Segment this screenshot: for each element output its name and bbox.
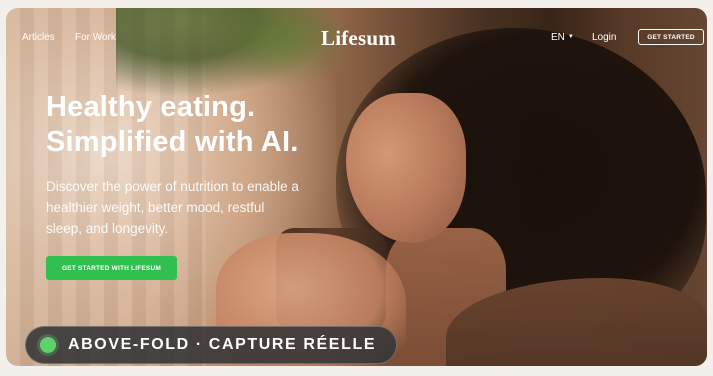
caret-down-icon: ▼ [567, 34, 574, 41]
language-selector[interactable]: EN ▼ [551, 32, 574, 43]
hero-title-line-2: Simplified with AI. [46, 126, 299, 158]
login-link[interactable]: Login [592, 32, 616, 43]
hero-subtitle-line-3: sleep, and longevity. [46, 221, 169, 236]
get-started-nav-button[interactable]: GET STARTED [638, 29, 704, 45]
hero-screenshot: Articles For Work Lifesum EN ▼ Login GET … [6, 8, 707, 366]
hero-subtitle: Discover the power of nutrition to enabl… [46, 176, 356, 239]
hero-subtitle-line-2: healthier weight, better mood, restful [46, 200, 265, 215]
nav-link-for-work[interactable]: For Work [75, 32, 116, 43]
badge-label: ABOVE-FOLD · CAPTURE RÉELLE [68, 336, 377, 353]
capture-badge: ABOVE-FOLD · CAPTURE RÉELLE [25, 326, 397, 364]
hero-title-line-1: Healthy eating. [46, 91, 256, 123]
hero-title: Healthy eating. Simplified with AI. [46, 90, 298, 160]
nav-link-articles[interactable]: Articles [22, 32, 55, 43]
language-label: EN [551, 32, 565, 43]
get-started-with-lifesum-button[interactable]: GET STARTED WITH LIFESUM [46, 256, 177, 280]
status-dot-icon [40, 337, 56, 353]
lifesum-logo[interactable]: Lifesum [321, 26, 396, 51]
hero-subtitle-line-1: Discover the power of nutrition to enabl… [46, 179, 299, 194]
